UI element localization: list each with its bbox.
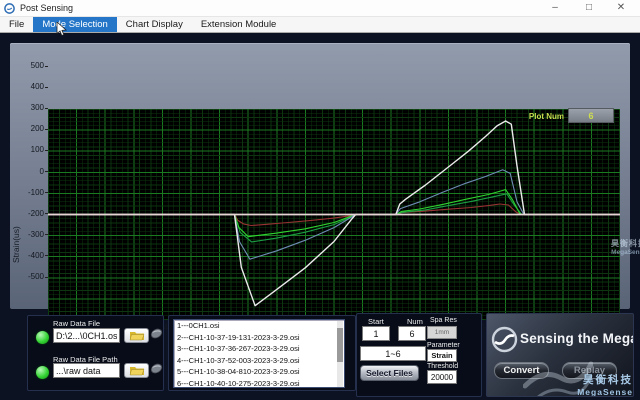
- raw-data-group: Raw Data File Raw Data File Path: [27, 315, 164, 391]
- y-tick-label: -500: [19, 272, 44, 281]
- plot-num-value: 6: [568, 108, 614, 123]
- parameter-label: Parameter: [427, 342, 460, 349]
- start-label: Start: [368, 317, 384, 326]
- browse-file-button[interactable]: [124, 328, 149, 343]
- y-tick-label: -300: [19, 230, 44, 239]
- side-watermark-cn: 昊衡科技: [610, 238, 640, 249]
- spa-res-label: Spa Res: [430, 317, 457, 324]
- num-input[interactable]: [398, 326, 426, 341]
- app-icon: [4, 3, 15, 14]
- menu-file[interactable]: File: [0, 17, 33, 32]
- chart-panel: Strain(us) Length(m) 5004003002001000-10…: [10, 43, 630, 309]
- menu-extension-module[interactable]: Extension Module: [192, 17, 286, 32]
- chart-canvas: [48, 109, 620, 320]
- side-watermark-en: MegaSense: [610, 249, 640, 256]
- browse-path-button[interactable]: [124, 363, 149, 378]
- file-list-group: 1---0CH1.osi 2---CH1-10-37-19-131-2023-3…: [168, 315, 356, 391]
- logo-swoosh-icon: [491, 326, 518, 353]
- y-tick-label: 300: [19, 103, 44, 112]
- select-files-button[interactable]: Select Files: [360, 365, 419, 381]
- brand-watermark-en: MegaSense: [571, 387, 633, 397]
- list-item[interactable]: 2---CH1-10-37-19-131-2023-3-29.osi: [174, 332, 344, 344]
- close-button[interactable]: ✕: [606, 0, 636, 16]
- list-item[interactable]: 4---CH1-10-37-52-003-2023-3-29.osi: [174, 355, 344, 367]
- maximize-button[interactable]: □: [574, 0, 604, 16]
- brand-group: Sensing the Mega Convert Replay 昊衡科技 Meg…: [486, 313, 634, 397]
- y-tick-label: 100: [19, 145, 44, 154]
- app-window: Post Sensing – □ ✕ File Mode Selection C…: [0, 0, 640, 400]
- window-title: Post Sensing: [20, 3, 73, 13]
- list-item[interactable]: 5---CH1-10-38-04-810-2023-3-29.osi: [174, 366, 344, 378]
- file-listbox[interactable]: 1---0CH1.osi 2---CH1-10-37-19-131-2023-3…: [173, 319, 345, 388]
- y-tick-label: -400: [19, 251, 44, 260]
- minimize-button[interactable]: –: [540, 0, 570, 16]
- start-input[interactable]: [362, 326, 390, 341]
- list-item[interactable]: 6---CH1-10-40-10-275-2023-3-29.osi: [174, 378, 344, 389]
- spa-res-value: 1mm: [427, 326, 457, 339]
- cursor-arrow-icon: [56, 22, 67, 37]
- raw-data-file-input[interactable]: [53, 328, 120, 343]
- y-tick-label: -100: [19, 188, 44, 197]
- threshold-label: Threshold: [427, 363, 458, 370]
- clear-icon[interactable]: [150, 327, 163, 340]
- list-scrollbar[interactable]: [337, 321, 343, 387]
- led-green: [36, 331, 49, 344]
- y-axis-label: Strain(us): [11, 173, 21, 263]
- folder-open-icon: [129, 365, 145, 376]
- y-tick-label: 0: [19, 167, 44, 176]
- raw-data-path-input[interactable]: [53, 363, 120, 378]
- strain-chart-plot[interactable]: [48, 109, 620, 320]
- menu-bar: File Mode Selection Chart Display Extens…: [0, 17, 640, 33]
- y-tick-label: 200: [19, 124, 44, 133]
- plot-num-label: Plot Num: [512, 112, 564, 121]
- parameters-group: Start Num Spa Res 1mm Parameter Strain S…: [356, 313, 482, 397]
- folder-open-icon: [129, 330, 145, 341]
- brand-logo-text: Sensing the Mega: [520, 331, 634, 346]
- clear-icon[interactable]: [150, 362, 163, 375]
- menu-mode-selection[interactable]: Mode Selection: [33, 17, 116, 32]
- threshold-input[interactable]: [427, 370, 457, 384]
- num-label: Num: [407, 317, 423, 326]
- raw-data-file-label: Raw Data File: [53, 319, 100, 328]
- y-tick-label: 400: [19, 82, 44, 91]
- scrollbar-thumb[interactable]: [337, 328, 343, 362]
- range-input[interactable]: [360, 346, 426, 361]
- parameter-value: Strain: [427, 349, 457, 362]
- list-item[interactable]: 1---0CH1.osi: [174, 320, 344, 332]
- brand-watermark: 昊衡科技 MegaSense: [571, 372, 633, 397]
- y-tick-label: -200: [19, 209, 44, 218]
- side-watermark: 昊衡科技 MegaSense: [610, 238, 640, 256]
- menu-chart-display[interactable]: Chart Display: [117, 17, 192, 32]
- list-item[interactable]: 3---CH1-10-37-36-267-2023-3-29.osi: [174, 343, 344, 355]
- led-green: [36, 366, 49, 379]
- y-tick-label: 500: [19, 61, 44, 70]
- title-bar: Post Sensing – □ ✕: [0, 0, 640, 17]
- brand-watermark-cn: 昊衡科技: [571, 372, 633, 387]
